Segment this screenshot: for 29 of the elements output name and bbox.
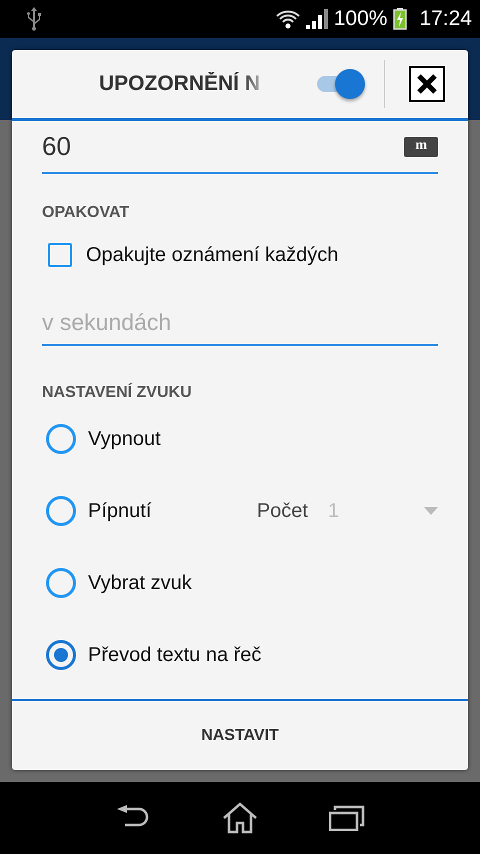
recent-apps-icon[interactable] (328, 805, 365, 831)
option-label: Převod textu na řeč (88, 644, 262, 666)
section-heading: NASTAVENÍ ZVUKU (42, 384, 193, 402)
radio-button[interactable] (46, 424, 76, 454)
usb-icon (26, 7, 42, 31)
home-icon[interactable] (222, 802, 258, 834)
dialog-title: UPOZORNĚNÍ N (99, 72, 262, 96)
clock: 17:24 (419, 7, 472, 31)
close-button[interactable] (409, 66, 445, 102)
signal-icon (306, 9, 328, 29)
checkbox[interactable] (48, 243, 72, 267)
radio-button[interactable] (46, 496, 76, 526)
option-label: Vypnout (88, 428, 161, 450)
set-button[interactable]: NASTAVIT (181, 716, 299, 754)
interval-field[interactable]: v sekundách (42, 300, 438, 346)
battery-charging-icon (393, 8, 408, 30)
caret-icon (424, 507, 438, 515)
wifi-icon (276, 9, 300, 29)
unit-badge: m (404, 137, 438, 157)
radio-button[interactable] (46, 640, 76, 670)
option-label: Pípnutí (88, 500, 152, 522)
battery-percentage: 100% (334, 7, 388, 31)
toggle-switch[interactable] (315, 67, 367, 101)
option-label: Vybrat zvuk (88, 572, 192, 594)
checkbox-label: Opakujte oznámení každých (86, 244, 338, 266)
radio-button[interactable] (46, 568, 76, 598)
count-label: Počet (256, 500, 308, 522)
section-heading: OPAKOVAT (42, 204, 130, 222)
close-icon (416, 73, 438, 95)
